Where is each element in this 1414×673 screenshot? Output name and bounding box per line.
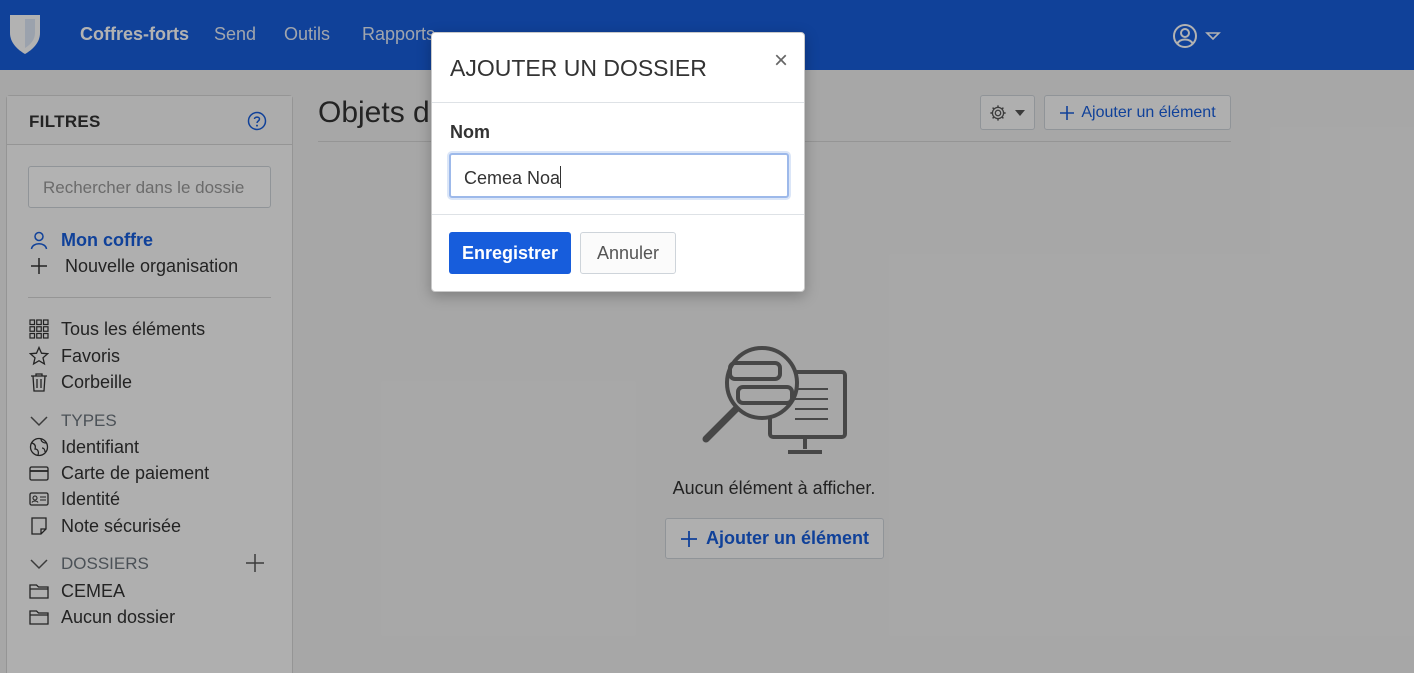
cancel-button[interactable]: Annuler	[580, 232, 676, 274]
dialog-title: AJOUTER UN DOSSIER	[450, 55, 707, 81]
dialog-footer-divider	[432, 214, 804, 215]
folder-name-input[interactable]: Cemea Noa	[449, 153, 789, 198]
name-field-label: Nom	[450, 122, 490, 142]
text-caret	[560, 166, 562, 188]
close-icon[interactable]: ×	[770, 49, 792, 73]
folder-name-value: Cemea Noa	[464, 168, 561, 188]
add-folder-dialog: AJOUTER UN DOSSIER × Nom Cemea Noa Enreg…	[431, 32, 805, 292]
dialog-header-divider	[432, 102, 804, 103]
save-button[interactable]: Enregistrer	[449, 232, 571, 274]
